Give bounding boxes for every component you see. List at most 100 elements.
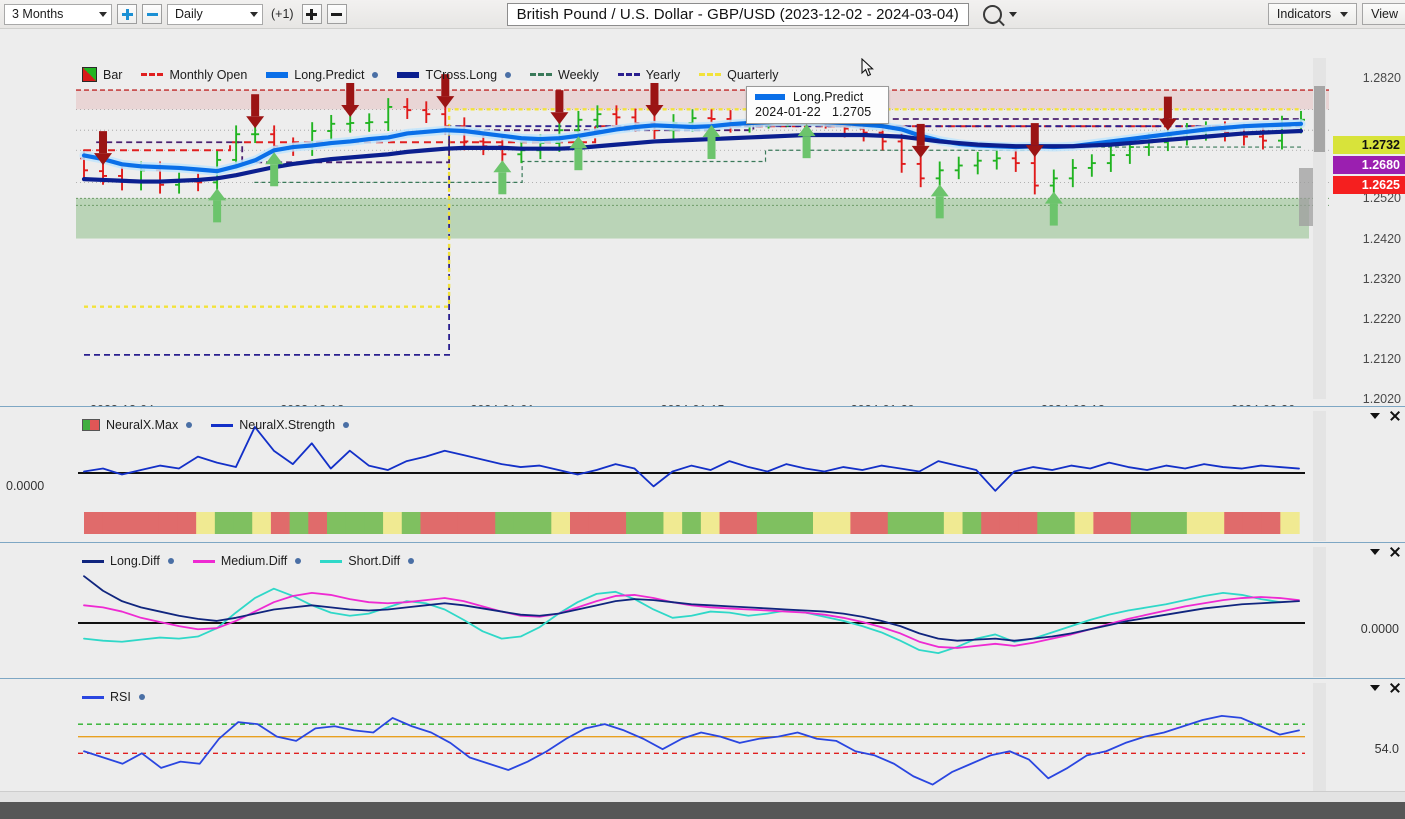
legend-badge-icon[interactable] — [343, 422, 350, 428]
range-increase-button[interactable] — [117, 4, 137, 24]
line-swatch-icon — [211, 423, 234, 427]
legend-label: RSI — [110, 690, 131, 704]
rsi-plot-area[interactable] — [76, 683, 1313, 801]
bar-swatch-icon — [82, 67, 97, 82]
legend-label: Weekly — [558, 67, 599, 82]
legend-label: Monthly Open — [169, 67, 248, 82]
chevron-down-icon[interactable] — [1370, 684, 1380, 691]
legend-item-neuralx-strength[interactable]: NeuralX.Strength — [211, 418, 350, 432]
search-icon[interactable] — [982, 4, 1002, 24]
diff-legend: Long.Diff Medium.Diff Short.Diff — [82, 554, 415, 568]
legend-item-short-diff[interactable]: Short.Diff — [320, 554, 415, 568]
offset-decrease-button[interactable] — [326, 4, 347, 24]
price-vertical-scrollbar[interactable] — [1313, 58, 1326, 399]
line-swatch-icon — [82, 559, 104, 563]
line-swatch-icon — [82, 695, 104, 699]
legend-item-yearly[interactable]: Yearly — [617, 67, 681, 82]
diff-panel: Long.Diff Medium.Diff Short.Diff 0.0000 — [0, 542, 1405, 678]
price-y-tick: 1.2320 — [1362, 271, 1401, 286]
line-swatch-icon — [530, 73, 553, 76]
neuralx-panel-controls — [1370, 410, 1400, 421]
minus-icon — [331, 9, 343, 20]
diff-panel-controls — [1370, 546, 1400, 557]
view-button-label: View — [1371, 7, 1398, 21]
interval-select[interactable]: Daily — [167, 3, 263, 25]
legend-badge-icon[interactable] — [372, 71, 379, 78]
legend-badge-icon[interactable] — [167, 558, 174, 564]
price-panel: Bar Monthly Open Long.Predict TCross.Lon… — [0, 29, 1405, 417]
legend-badge-icon[interactable] — [295, 558, 302, 564]
chevron-down-icon — [99, 11, 107, 17]
chevron-down-icon[interactable] — [1370, 548, 1380, 555]
tooltip-line-swatch-icon — [755, 94, 785, 100]
offset-increase-button[interactable] — [301, 4, 322, 24]
chevron-down-icon[interactable] — [1008, 11, 1017, 17]
chevron-down-icon — [250, 11, 258, 17]
line-swatch-icon — [141, 73, 164, 76]
legend-label: NeuralX.Max — [106, 418, 179, 432]
legend-item-long-diff[interactable]: Long.Diff — [82, 554, 174, 568]
rsi-vertical-scrollbar[interactable] — [1313, 683, 1326, 801]
price-tag[interactable]: 1.2732 — [1333, 136, 1405, 154]
price-y-axis[interactable]: 1.2820 1.2520 1.2420 1.2320 1.2220 1.2120 1.20… — [1329, 58, 1405, 406]
legend-item-long-predict[interactable]: Long.Predict — [266, 67, 379, 82]
legend-label: Long.Diff — [110, 554, 160, 568]
legend-label: Bar — [103, 67, 123, 82]
line-swatch-icon — [192, 559, 215, 563]
trading-chart-app: 3 Months Daily (+1) British Pound / U.S.… — [0, 0, 1405, 819]
legend-item-weekly[interactable]: Weekly — [530, 68, 599, 82]
price-plot-area[interactable] — [76, 58, 1329, 399]
legend-label: Medium.Diff — [220, 554, 288, 568]
close-icon[interactable] — [1389, 410, 1400, 421]
legend-item-tcross-long[interactable]: TCross.Long — [397, 68, 512, 82]
legend-item-rsi[interactable]: RSI — [82, 690, 145, 704]
plus-icon — [306, 8, 318, 20]
price-y-tick: 1.2220 — [1362, 311, 1401, 326]
rsi-legend: RSI — [82, 690, 145, 704]
chevron-down-icon — [1340, 11, 1349, 17]
legend-label: Long.Predict — [294, 67, 365, 82]
neuralx-legend: NeuralX.Max NeuralX.Strength — [82, 418, 350, 432]
range-decrease-button[interactable] — [142, 4, 162, 24]
interval-select-value: Daily — [175, 7, 203, 21]
rsi-panel: RSI 54.0 4.0 — [0, 678, 1405, 815]
status-bar — [0, 802, 1405, 819]
diff-vertical-scrollbar[interactable] — [1313, 547, 1326, 677]
legend-badge-icon[interactable] — [505, 71, 512, 78]
line-swatch-icon — [397, 71, 420, 78]
legend-badge-icon[interactable] — [186, 422, 193, 428]
legend-item-monthly-open[interactable]: Monthly Open — [141, 68, 247, 82]
legend-label: Yearly — [645, 67, 681, 82]
indicators-button[interactable]: Indicators — [1267, 3, 1358, 25]
legend-badge-icon[interactable] — [138, 694, 145, 700]
plus-icon — [121, 8, 133, 20]
neuralx-vertical-scrollbar[interactable] — [1313, 411, 1326, 541]
line-swatch-icon — [699, 73, 722, 76]
view-button[interactable]: View — [1362, 3, 1405, 25]
price-y-tick: 1.2420 — [1362, 231, 1401, 246]
legend-item-bar[interactable]: Bar — [82, 67, 122, 82]
search-control[interactable] — [982, 4, 1017, 24]
symbol-field[interactable]: British Pound / U.S. Dollar - GBP/USD (2… — [506, 2, 969, 26]
indicators-button-label: Indicators — [1276, 7, 1332, 21]
price-tag[interactable]: 1.2680 — [1333, 156, 1405, 174]
range-select[interactable]: 3 Months — [4, 3, 112, 25]
mouse-cursor-icon — [861, 58, 874, 77]
chevron-down-icon[interactable] — [1370, 412, 1380, 419]
legend-item-medium-diff[interactable]: Medium.Diff — [192, 554, 302, 568]
close-icon[interactable] — [1389, 546, 1400, 557]
scrollbar-thumb[interactable] — [1314, 86, 1325, 152]
legend-badge-icon[interactable] — [408, 558, 415, 564]
legend-item-quarterly[interactable]: Quarterly — [699, 68, 779, 82]
bottom-strip — [0, 791, 1405, 802]
range-select-value: 3 Months — [12, 7, 64, 21]
price-tag[interactable]: 1.2625 — [1333, 176, 1405, 194]
diff-y-label: 0.0000 — [1360, 622, 1399, 636]
price-legend: Bar Monthly Open Long.Predict TCross.Lon… — [82, 67, 779, 82]
offset-label: (+1) — [271, 7, 294, 21]
close-icon[interactable] — [1389, 682, 1400, 693]
price-y-tick: 1.2120 — [1362, 351, 1401, 366]
tooltip-series-name: Long.Predict — [793, 90, 864, 104]
legend-item-neuralx-max[interactable]: NeuralX.Max — [82, 418, 193, 432]
series-tooltip: Long.Predict 2024-01-22 1.2705 — [746, 86, 889, 124]
